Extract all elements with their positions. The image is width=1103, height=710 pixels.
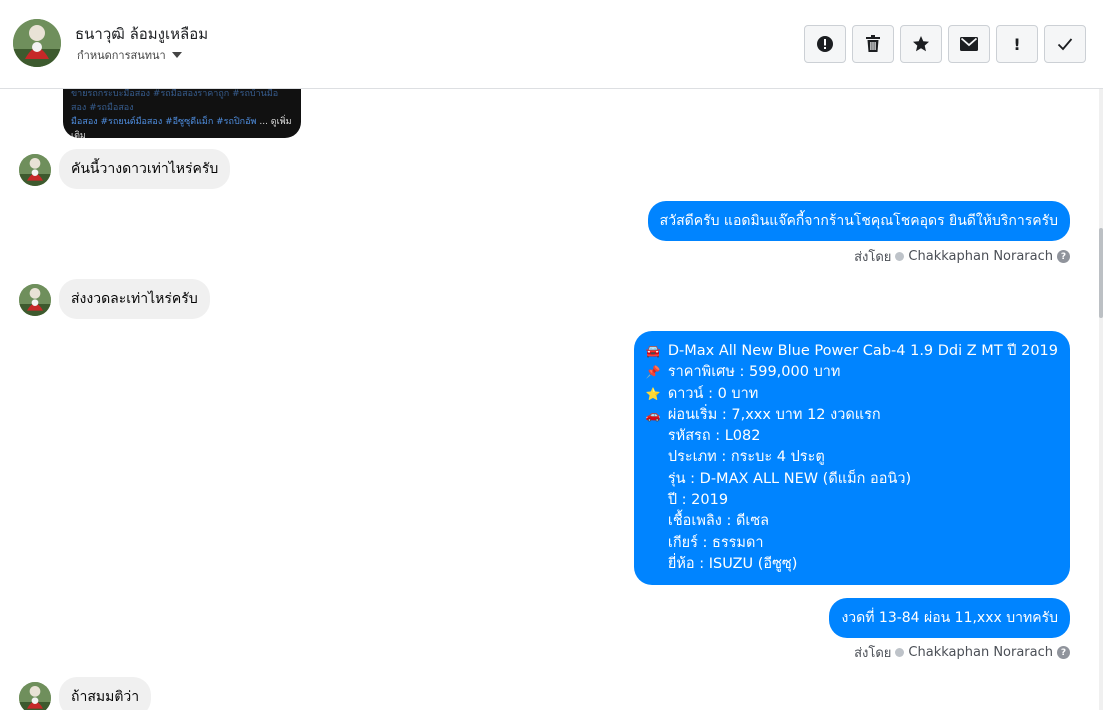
- sender-avatar[interactable]: [19, 154, 51, 186]
- checkmark-icon: [1057, 38, 1073, 51]
- message-bubble-incoming[interactable]: คันนี้วางดาวเท่าไหร่ครับ: [59, 149, 231, 189]
- conversation-schedule-dropdown[interactable]: กำหนดการสนทนา: [77, 46, 182, 64]
- message-line: รุ่น : D-MAX ALL NEW (ดีแม็ก ออนิว): [646, 469, 1058, 490]
- help-icon[interactable]: ?: [1057, 250, 1070, 263]
- message-line-text: ราคาพิเศษ : 599,000 บาท: [667, 364, 841, 381]
- sender-avatar[interactable]: [19, 682, 51, 710]
- message-line: ยี่ห้อ : ISUZU (อีซูซุ): [646, 554, 1058, 575]
- message-line-text: รหัสรถ : L082: [667, 428, 761, 445]
- scrollbar-thumb[interactable]: [1099, 228, 1103, 318]
- message-line-text: เชื้อเพลิง : ดีเซล: [667, 513, 770, 530]
- envelope-icon: [960, 37, 978, 51]
- message-bubble-incoming[interactable]: ถ้าสมมติว่า: [59, 677, 152, 710]
- message-line-text: ประเภท : กระบะ 4 ประตู: [667, 449, 825, 466]
- toolbar: !: [804, 25, 1086, 63]
- sender-name[interactable]: Chakkaphan Norarach: [908, 249, 1053, 264]
- exclamation-icon: !: [1013, 34, 1021, 54]
- message-line: เชื้อเพลิง : ดีเซล: [646, 511, 1058, 532]
- message-line-text: ยี่ห้อ : ISUZU (อีซูซุ): [667, 555, 798, 572]
- sent-by-info: ส่งโดย Chakkaphan Norarach ?: [854, 246, 1070, 267]
- message-line: ⭐ ดาวน์ : 0 บาท: [646, 384, 1058, 405]
- preview-hashtags: มือสอง #รถยนต์มือสอง #อีซูซุดีแม็ก #รถปิ…: [71, 117, 257, 127]
- message-line-text: รุ่น : D-MAX ALL NEW (ดีแม็ก ออนิว): [667, 470, 912, 487]
- sent-by-label: ส่งโดย: [854, 646, 892, 661]
- emoji-icon: 🚘: [645, 344, 661, 358]
- message-line: ประเภท : กระบะ 4 ประตู: [646, 447, 1058, 468]
- page-admin-icon: [895, 252, 905, 261]
- preview-text-line: มือสอง #รถยนต์มือสอง #อีซูซุดีแม็ก #รถปิ…: [71, 115, 293, 138]
- contact-avatar[interactable]: [13, 19, 61, 67]
- alert-circle-icon: [817, 36, 833, 52]
- delete-button[interactable]: [852, 25, 894, 63]
- message-line-text: ผ่อนเริ่ม : 7,xxx บาท 12 งวดแรก: [667, 406, 881, 423]
- star-icon: [913, 36, 929, 52]
- message-line: รหัสรถ : L082: [646, 426, 1058, 447]
- message-bubble-outgoing[interactable]: สวัสดีครับ แอดมินแจ๊คกี้จากร้านโชคุณโชคอ…: [647, 201, 1070, 241]
- message-line-text: D-Max All New Blue Power Cab-4 1.9 Ddi Z…: [667, 343, 1058, 359]
- sender-avatar[interactable]: [19, 284, 51, 316]
- emoji-icon: ⭐: [645, 386, 661, 401]
- message-line: 🚗 ผ่อนเริ่ม : 7,xxx บาท 12 งวดแรก: [646, 405, 1058, 426]
- message-bubble-incoming[interactable]: ส่งงวดละเท่าไหร่ครับ: [59, 279, 210, 319]
- emoji-icon: 🚗: [645, 407, 661, 422]
- shared-post-preview[interactable]: ขายรถกระบะมือสอง #รถมือสองราคาถูก #รถบ้า…: [63, 89, 301, 138]
- trash-icon: [866, 35, 880, 52]
- sent-by-info: ส่งโดย Chakkaphan Norarach ?: [854, 642, 1070, 663]
- conversation-header: ธนาวุฒิ ล้อมงูเหลือม กำหนดการสนทนา !: [0, 0, 1103, 89]
- contact-name[interactable]: ธนาวุฒิ ล้อมงูเหลือม: [75, 22, 208, 46]
- message-line-text: ปี : 2019: [667, 492, 729, 509]
- message-line-text: เกียร์ : ธรรมดา: [667, 534, 764, 551]
- mark-spam-button[interactable]: [804, 25, 846, 63]
- page-admin-icon: [895, 648, 905, 657]
- message-line: 📌 ราคาพิเศษ : 599,000 บาท: [646, 362, 1058, 383]
- message-line: 🚘 D-Max All New Blue Power Cab-4 1.9 Ddi …: [646, 341, 1058, 362]
- caret-down-icon: [171, 52, 182, 58]
- sent-by-label: ส่งโดย: [854, 250, 892, 265]
- mark-unread-button[interactable]: [948, 25, 990, 63]
- message-line: ปี : 2019: [646, 490, 1058, 511]
- message-line: เกียร์ : ธรรมดา: [646, 533, 1058, 554]
- sender-name[interactable]: Chakkaphan Norarach: [908, 645, 1053, 660]
- help-icon[interactable]: ?: [1057, 646, 1070, 659]
- preview-text-line: ขายรถกระบะมือสอง #รถมือสองราคาถูก #รถบ้า…: [71, 89, 279, 113]
- message-line-text: ดาวน์ : 0 บาท: [667, 385, 759, 402]
- scrollbar-track[interactable]: [1099, 89, 1103, 710]
- message-bubble-outgoing[interactable]: 🚘 D-Max All New Blue Power Cab-4 1.9 Ddi …: [633, 331, 1070, 586]
- emoji-icon: 📌: [645, 365, 661, 380]
- follow-up-button[interactable]: !: [996, 25, 1038, 63]
- star-button[interactable]: [900, 25, 942, 63]
- mark-done-button[interactable]: [1044, 25, 1086, 63]
- message-thread[interactable]: ขายรถกระบะมือสอง #รถมือสองราคาถูก #รถบ้า…: [0, 89, 1103, 710]
- message-bubble-outgoing[interactable]: งวดที่ 13-84 ผ่อน 11,xxx บาทครับ: [829, 598, 1070, 638]
- schedule-label: กำหนดการสนทนา: [77, 49, 166, 62]
